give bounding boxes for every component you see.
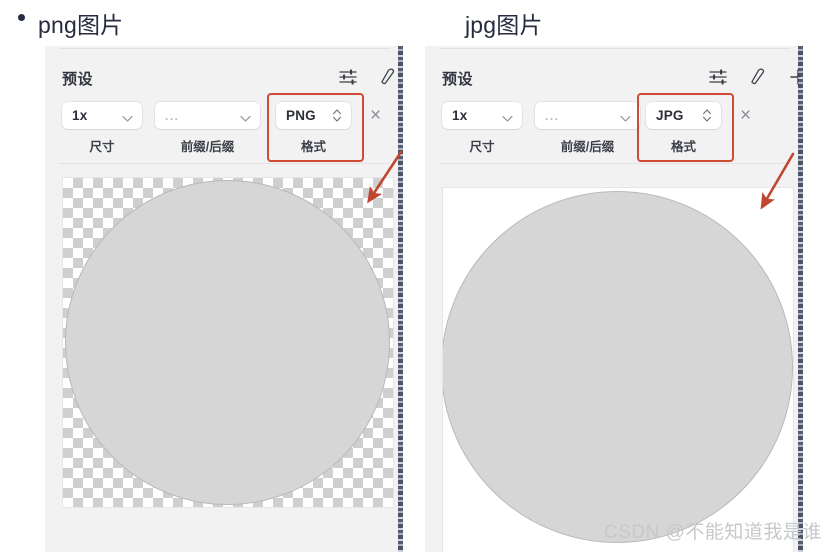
export-controls-row: 1x 尺寸 ... 前缀/后缀 JPG 格式 ×: [425, 93, 800, 164]
panel-top-divider: [439, 48, 790, 49]
preset-title: 预设: [442, 71, 474, 88]
format-label: 格式: [300, 140, 326, 154]
affix-label: 前缀/后缀: [180, 140, 235, 154]
chevron-down-icon: [620, 110, 631, 128]
stepper-updown-icon: [702, 107, 712, 129]
affix-value: ...: [165, 108, 180, 123]
left-panel-crop-edge: [398, 46, 403, 552]
preview-circle: [65, 180, 390, 505]
jpg-preview-area: [442, 187, 794, 552]
format-stepper[interactable]: PNG: [276, 102, 351, 129]
csdn-watermark: CSDN @不能知道我是谁: [604, 522, 822, 543]
heading-png: png图片: [38, 12, 124, 38]
bullet-marker: [18, 14, 25, 21]
close-icon[interactable]: ×: [370, 106, 381, 125]
size-value: 1x: [452, 108, 468, 123]
right-panel-crop-edge: [798, 46, 803, 552]
format-stepper[interactable]: JPG: [646, 102, 721, 129]
preset-header-row: 预设: [425, 66, 800, 96]
screenshot-root: png图片 jpg图片 预设 1x 尺寸 ... 前缀/后缀 PNG 格式 × …: [0, 0, 830, 552]
format-label: 格式: [670, 140, 696, 154]
png-preview-area: [62, 177, 394, 508]
sliders-icon[interactable]: [707, 66, 729, 88]
size-dropdown[interactable]: 1x: [62, 102, 142, 129]
heading-jpg: jpg图片: [465, 12, 543, 38]
affix-label: 前缀/后缀: [560, 140, 615, 154]
size-value: 1x: [72, 108, 88, 123]
sliders-icon[interactable]: [337, 66, 359, 88]
preset-header-row: 预设: [45, 66, 400, 96]
preset-icon-group: [707, 66, 800, 88]
preset-title: 预设: [62, 71, 94, 88]
panel-top-divider: [59, 48, 390, 49]
close-icon[interactable]: ×: [740, 106, 751, 125]
affix-dropdown[interactable]: ...: [155, 102, 260, 129]
format-value: JPG: [656, 108, 684, 123]
panel-divider: [439, 163, 790, 164]
preview-circle: [443, 191, 793, 543]
format-value: PNG: [286, 108, 316, 123]
affix-dropdown[interactable]: ...: [535, 102, 640, 129]
chevron-down-icon: [502, 110, 513, 128]
chevron-down-icon: [122, 110, 133, 128]
size-dropdown[interactable]: 1x: [442, 102, 522, 129]
panel-divider: [59, 163, 390, 164]
preset-icon-group: [337, 66, 400, 88]
export-controls-row: 1x 尺寸 ... 前缀/后缀 PNG 格式 ×: [45, 93, 400, 164]
chevron-down-icon: [240, 110, 251, 128]
pen-icon[interactable]: [747, 66, 769, 88]
jpg-export-panel: 预设 1x 尺寸 ... 前缀/后缀 JPG 格式 ×: [425, 46, 800, 552]
png-export-panel: 预设 1x 尺寸 ... 前缀/后缀 PNG 格式 ×: [45, 46, 400, 552]
affix-value: ...: [545, 108, 560, 123]
size-label: 尺寸: [469, 140, 495, 154]
pen-icon[interactable]: [377, 66, 399, 88]
size-label: 尺寸: [89, 140, 115, 154]
stepper-updown-icon: [332, 107, 342, 129]
